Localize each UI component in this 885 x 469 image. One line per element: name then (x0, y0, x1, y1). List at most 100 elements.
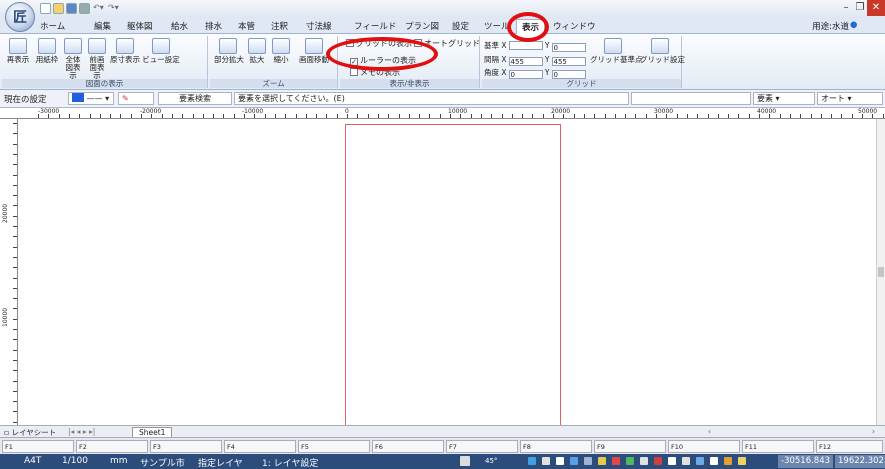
angle-value[interactable]: 45° (485, 457, 497, 465)
tool-icon[interactable] (556, 457, 564, 465)
fkey-button[interactable]: F1 (2, 440, 74, 453)
tool-icon[interactable] (710, 457, 718, 465)
pan-hand-icon (305, 38, 323, 54)
tab-view[interactable]: 表示 (516, 19, 546, 34)
tab-edit[interactable]: 編集 (94, 20, 111, 32)
grid-angle-x-input[interactable]: 0 (508, 70, 543, 79)
tool-icon[interactable] (724, 457, 732, 465)
layer-mode[interactable]: 指定レイヤ (198, 456, 243, 469)
minimize-icon[interactable]: – (839, 0, 853, 16)
tab-water-supply[interactable]: 給水 (171, 20, 188, 32)
close-icon[interactable]: ✕ (867, 0, 885, 16)
grid-origin-button[interactable]: グリッド基準点 (590, 38, 643, 64)
vertical-scrollbar[interactable] (876, 119, 885, 425)
ruler-tick (13, 298, 17, 300)
fkey-button[interactable]: F9 (594, 440, 666, 453)
hscroll-right-icon[interactable]: › (872, 427, 875, 436)
pen-icon[interactable]: ✎ (118, 92, 154, 105)
tool-icon[interactable] (682, 457, 690, 465)
grid-spacing-y-input[interactable]: 455 (551, 57, 586, 66)
layer-setting[interactable]: 1: レイヤ設定 (262, 456, 318, 469)
new-icon[interactable] (40, 3, 51, 14)
unit[interactable]: mm (110, 456, 128, 466)
grid-base-x-input[interactable] (508, 41, 543, 50)
element-search-button[interactable]: 要素検索 (158, 92, 232, 105)
tab-dimension[interactable]: 寸法線 (306, 20, 332, 32)
drawing-canvas[interactable] (19, 119, 876, 427)
fkey-button[interactable]: F6 (372, 440, 444, 453)
tab-drainage[interactable]: 排水 (205, 20, 222, 32)
tool-icon[interactable] (570, 457, 578, 465)
previous-view-button[interactable]: 前画面表示 (86, 38, 108, 80)
fkey-button[interactable]: F11 (742, 440, 814, 453)
current-color-dropdown[interactable]: —— ▾ (68, 92, 114, 105)
actual-size-button[interactable]: 原寸表示 (110, 38, 140, 64)
tab-tools[interactable]: ツール (484, 20, 510, 32)
sheet-nav-buttons[interactable]: |◂ ◂ ▸ ▸| (68, 427, 95, 436)
fkey-button[interactable]: F12 (816, 440, 883, 453)
redo-icon[interactable]: ↷▾ (108, 3, 122, 14)
tool-icon[interactable] (612, 457, 620, 465)
tool-icon[interactable] (584, 457, 592, 465)
fkey-button[interactable]: F4 (224, 440, 296, 453)
partial-zoom-button[interactable]: 部分拡大 (214, 38, 244, 64)
save-icon[interactable] (66, 3, 77, 14)
tab-settings[interactable]: 設定 (452, 20, 469, 32)
tool-icon[interactable] (640, 457, 648, 465)
whole-view-button[interactable]: 全体図表示 (62, 38, 84, 80)
pan-button[interactable]: 画面移動 (296, 38, 332, 64)
zoom-in-button[interactable]: 拡大 (248, 38, 266, 64)
auto-dropdown[interactable]: オート ▾ (817, 92, 883, 105)
tool-icon[interactable] (738, 457, 746, 465)
tool-icon[interactable] (668, 457, 676, 465)
tab-window[interactable]: ウィンドウ (553, 20, 596, 32)
fkey-button[interactable]: F5 (298, 440, 370, 453)
restore-icon[interactable]: ❐ (853, 0, 867, 16)
tool-icon[interactable] (542, 457, 550, 465)
fkey-button[interactable]: F7 (446, 440, 518, 453)
memo-display-checkbox[interactable]: メモの表示 (350, 67, 400, 78)
redisplay-button[interactable]: 再表示 (4, 38, 32, 64)
grid-base-y-input[interactable]: 0 (551, 43, 586, 52)
zoom-out-button[interactable]: 縮小 (272, 38, 290, 64)
grid-origin-label: グリッド基準点 (590, 55, 643, 64)
tool-icon[interactable] (696, 457, 704, 465)
element-dropdown[interactable]: 要素 ▾ (753, 92, 815, 105)
app-menu-button[interactable]: 匠 (5, 2, 35, 32)
grid-angle-y-input[interactable]: 0 (551, 70, 586, 79)
fkey-button[interactable]: F2 (76, 440, 148, 453)
undo-icon[interactable]: ↶▾ (93, 3, 107, 14)
usage-label[interactable]: 用途:水道 (812, 20, 849, 32)
auto-grid-checkbox[interactable]: オートグリッド (414, 38, 480, 49)
paper-size[interactable]: A4T (24, 456, 41, 466)
city-name[interactable]: サンプル市 (140, 456, 185, 469)
ruler-display-checkbox[interactable]: ✓ ルーラーの表示 (350, 55, 416, 66)
ruler-tick (604, 114, 606, 118)
scroll-thumb[interactable] (878, 267, 884, 277)
fkey-button[interactable]: F3 (150, 440, 222, 453)
grid-spacing-x-input[interactable]: 455 (508, 57, 543, 66)
fkey-button[interactable]: F10 (668, 440, 740, 453)
tab-structure[interactable]: 躯体図 (127, 20, 153, 32)
tab-field[interactable]: フィールド (354, 20, 396, 32)
tool-icon[interactable] (626, 457, 634, 465)
view-settings-button[interactable]: ビュー設定 (142, 38, 180, 64)
tab-main-pipe[interactable]: 本管 (238, 20, 255, 32)
prompt-input[interactable] (631, 92, 751, 105)
tool-icon[interactable] (654, 457, 662, 465)
fkey-button[interactable]: F8 (520, 440, 592, 453)
tool-icon[interactable] (528, 457, 536, 465)
help-icon[interactable]: ● (850, 20, 857, 30)
tab-plan[interactable]: プラン図 (405, 20, 439, 32)
grid-settings-button[interactable]: グリッド設定 (640, 38, 685, 64)
paper-frame-button[interactable]: 用紙枠 (34, 38, 60, 64)
tab-annotation[interactable]: 注釈 (271, 20, 288, 32)
snap-icon[interactable] (460, 456, 470, 466)
scale[interactable]: 1/100 (62, 456, 88, 466)
grid-display-checkbox[interactable]: グリッドの表示 (346, 38, 412, 49)
print-icon[interactable] (79, 3, 90, 14)
hscroll-left-icon[interactable]: ‹ (708, 427, 711, 436)
tab-home[interactable]: ホーム (40, 20, 65, 32)
open-icon[interactable] (53, 3, 64, 14)
tool-icon[interactable] (598, 457, 606, 465)
